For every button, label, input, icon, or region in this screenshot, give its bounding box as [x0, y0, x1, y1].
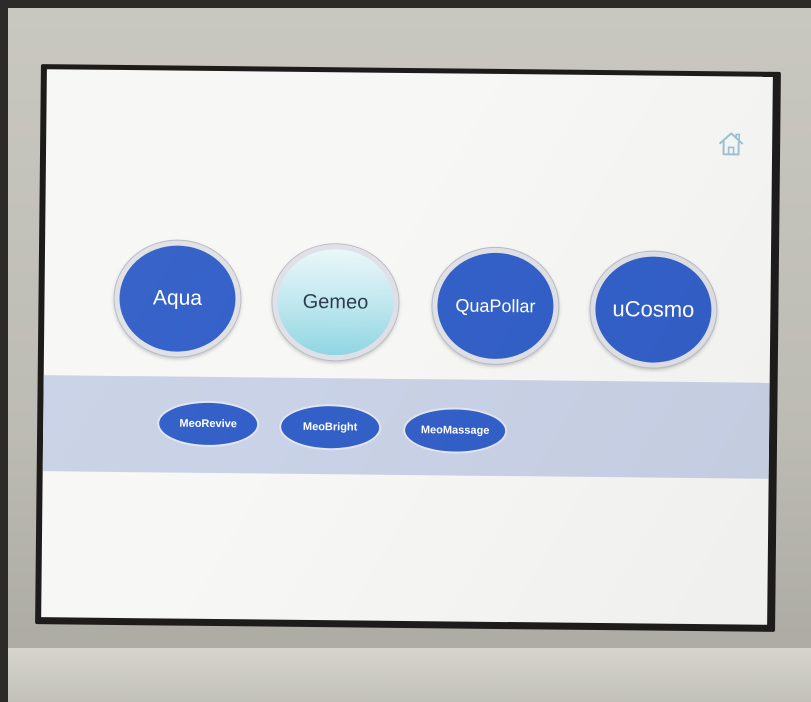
sub-mode-button-label: MeoRevive [179, 417, 237, 431]
bezel-lower-edge [8, 648, 811, 702]
sub-mode-button-label: MeoBright [302, 420, 358, 434]
sub-mode-button-label: MeoMassage [420, 424, 490, 437]
main-mode-row: Aqua Gemeo QuaPollar uCosmo [44, 239, 771, 369]
mode-button-gemeo[interactable]: Gemeo [271, 243, 400, 361]
device-bezel: Aqua Gemeo QuaPollar uCosmo MeoRevive Me… [8, 8, 811, 702]
mode-button-label: Gemeo [302, 290, 369, 314]
home-icon [719, 132, 744, 156]
sub-mode-button-meomassage[interactable]: MeoMassage [402, 406, 508, 455]
sub-mode-band: MeoRevive MeoBright MeoMassage [42, 375, 770, 479]
mode-button-label: uCosmo [612, 296, 695, 322]
screen-frame: Aqua Gemeo QuaPollar uCosmo MeoRevive Me… [35, 64, 781, 632]
mode-button-label: Aqua [152, 286, 203, 310]
mode-button-quapollar[interactable]: QuaPollar [431, 247, 560, 365]
mode-button-label: QuaPollar [455, 294, 536, 316]
mode-button-aqua[interactable]: Aqua [113, 239, 242, 358]
sub-mode-button-meobright[interactable]: MeoBright [278, 403, 382, 451]
touch-screen: Aqua Gemeo QuaPollar uCosmo MeoRevive Me… [41, 69, 773, 625]
sub-mode-button-meorevive[interactable]: MeoRevive [156, 400, 260, 448]
home-button[interactable] [716, 128, 746, 158]
mode-button-ucosmo[interactable]: uCosmo [589, 250, 718, 369]
